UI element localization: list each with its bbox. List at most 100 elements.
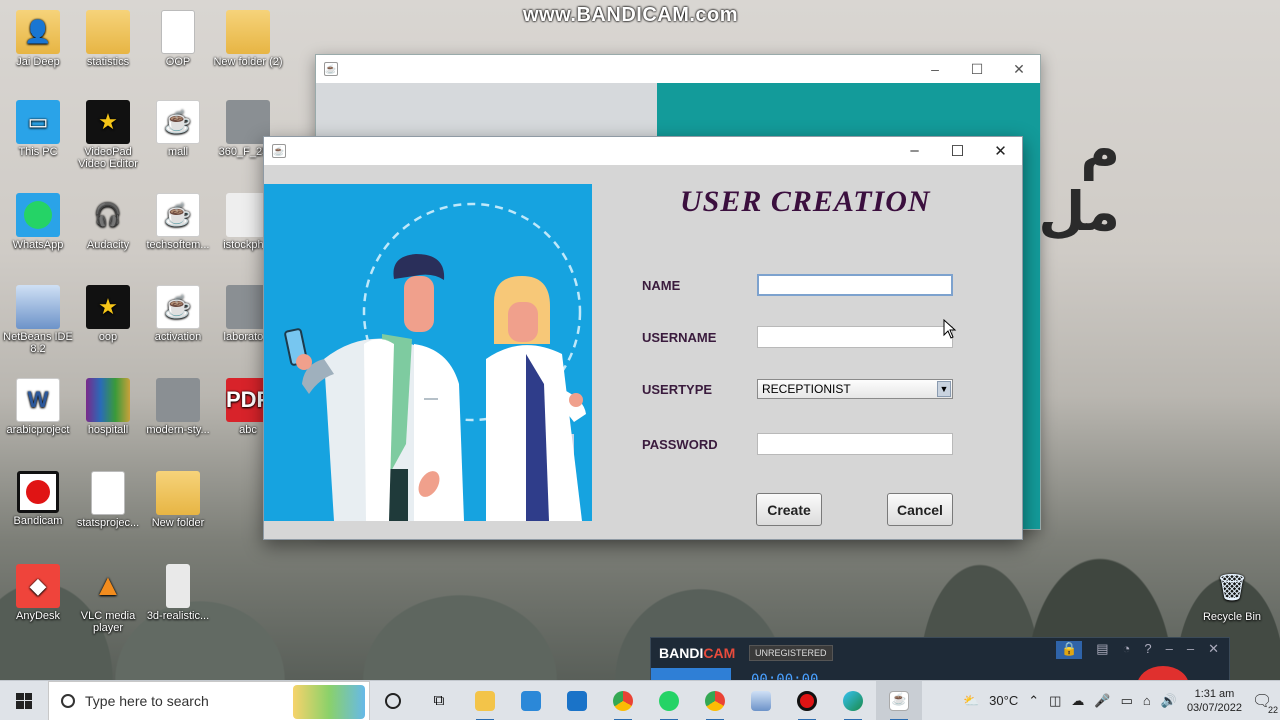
start-button[interactable] bbox=[0, 681, 48, 720]
background-arabic-text-1: م bbox=[1080, 118, 1120, 181]
bandicam-icon bbox=[797, 690, 817, 711]
name-label: NAME bbox=[642, 278, 681, 293]
folder-icon bbox=[86, 10, 130, 54]
close-button[interactable]: ✕ bbox=[979, 142, 1022, 160]
desktop-icon-statistics[interactable]: statistics bbox=[70, 10, 146, 68]
audacity-icon: 🎧 bbox=[94, 202, 122, 227]
desktop-icon-hospitall[interactable]: hospitall bbox=[70, 378, 146, 436]
star-app-icon: ★ bbox=[86, 100, 130, 144]
desktop-icon-vlc[interactable]: ▲ VLC media player bbox=[70, 564, 146, 634]
desktop-icon-whatsapp[interactable]: WhatsApp bbox=[0, 193, 76, 251]
desktop-icon-modern-style[interactable]: modern-sty... bbox=[140, 378, 216, 436]
java-file-icon: ☕ bbox=[156, 193, 200, 237]
desktop-icon-bandicam[interactable]: Bandicam bbox=[0, 471, 76, 527]
clock-icon[interactable]: ◔ bbox=[1123, 641, 1131, 659]
word-doc-icon: W bbox=[16, 378, 60, 422]
clock-time: 1:31 am bbox=[1194, 687, 1235, 700]
taskbar-bandicam[interactable] bbox=[784, 681, 830, 720]
minimize-panel-button[interactable]: – bbox=[1166, 641, 1173, 659]
window-titlebar[interactable]: ☕ – ☐ ✕ bbox=[264, 137, 1022, 165]
taskbar-mail[interactable] bbox=[554, 681, 600, 720]
username-input[interactable] bbox=[757, 326, 953, 348]
desktop-icon-anydesk[interactable]: ◆ AnyDesk bbox=[0, 564, 76, 622]
help-button[interactable]: ? bbox=[1144, 641, 1151, 659]
desktop-icon-recycle-bin[interactable]: 🗑 Recycle Bin bbox=[1198, 565, 1266, 624]
desktop-icon-3d-realistic[interactable]: 3d-realistic... bbox=[140, 564, 216, 622]
minimize-button[interactable]: – bbox=[893, 142, 936, 160]
whatsapp-icon bbox=[659, 690, 679, 711]
java-app-icon: ☕ bbox=[272, 144, 286, 158]
task-view-button[interactable]: ⧉ bbox=[416, 681, 462, 720]
minimize-window-button[interactable]: – bbox=[1187, 641, 1194, 659]
background-window-close-button[interactable]: ✕ bbox=[998, 61, 1040, 78]
clock[interactable]: 1:31 am 03/07/2022 bbox=[1187, 687, 1242, 715]
taskbar-chrome-2[interactable] bbox=[692, 681, 738, 720]
folder-open-icon[interactable]: ▤ bbox=[1096, 641, 1108, 659]
weather-icon[interactable]: ⛅ bbox=[963, 693, 979, 709]
usertype-select[interactable]: RECEPTIONIST ▼ bbox=[757, 379, 953, 399]
store-icon bbox=[521, 690, 541, 711]
taskbar-whatsapp[interactable] bbox=[646, 681, 692, 720]
desktop-icon-oop-video[interactable]: ★ oop bbox=[70, 285, 146, 343]
network-icon[interactable]: ⌂ bbox=[1143, 693, 1151, 708]
taskbar-search[interactable]: Type here to search bbox=[48, 680, 370, 720]
java-file-icon: ☕ bbox=[156, 285, 200, 329]
desktop-icon-audacity[interactable]: 🎧 Audacity bbox=[70, 193, 146, 251]
java-app-icon: ☕ bbox=[889, 690, 909, 711]
weather-temp[interactable]: 30°C bbox=[989, 693, 1018, 708]
edge-icon bbox=[843, 690, 863, 711]
usertype-label: USERTYPE bbox=[642, 382, 713, 397]
desktop-icon-arabicproject[interactable]: Warabicproject bbox=[0, 378, 76, 436]
mail-icon bbox=[567, 690, 587, 711]
notification-count: 22 bbox=[1267, 704, 1278, 715]
background-window-maximize-button[interactable]: ☐ bbox=[956, 61, 998, 78]
maximize-button[interactable]: ☐ bbox=[936, 142, 979, 160]
desktop-icon-videopad[interactable]: ★ VideoPad Video Editor bbox=[70, 100, 146, 170]
desktop-icon-mall[interactable]: ☕ mall bbox=[140, 100, 216, 158]
desktop-icon-netbeans[interactable]: NetBeans IDE 8.2 bbox=[0, 285, 76, 355]
desktop-icon-new-folder[interactable]: New folder bbox=[140, 471, 216, 529]
close-panel-button[interactable]: ✕ bbox=[1208, 641, 1219, 659]
vlc-icon: ▲ bbox=[93, 569, 123, 602]
netbeans-icon bbox=[16, 285, 60, 329]
name-input[interactable] bbox=[757, 274, 953, 296]
page-title: USER CREATION bbox=[680, 185, 931, 218]
desktop-icon-this-pc[interactable]: ▭ This PC bbox=[0, 100, 76, 158]
volume-icon[interactable]: 🔊 bbox=[1161, 693, 1177, 709]
background-window-minimize-button[interactable]: – bbox=[914, 61, 956, 78]
taskbar-edge[interactable] bbox=[830, 681, 876, 720]
taskbar-file-explorer[interactable] bbox=[462, 681, 508, 720]
notifications-button[interactable]: 🗨 22 bbox=[1252, 691, 1278, 715]
background-window-titlebar[interactable]: ☕ – ☐ ✕ bbox=[316, 55, 1040, 83]
bandicam-watermark: www.BANDICAM.com bbox=[523, 4, 739, 26]
desktop-icon-new-folder-2[interactable]: New folder (2) bbox=[210, 10, 286, 68]
create-button[interactable]: Create bbox=[756, 493, 822, 526]
lock-icon[interactable]: 🔒 bbox=[1056, 641, 1083, 659]
windows-logo-icon bbox=[16, 692, 32, 709]
microphone-icon[interactable]: 🎤 bbox=[1094, 693, 1110, 709]
desktop-icon-activation[interactable]: ☕ activation bbox=[140, 285, 216, 343]
desktop-icon-techsoftem[interactable]: ☕ techsoftem... bbox=[140, 193, 216, 251]
desktop-icon-jai-deep[interactable]: 👤 Jai Deep bbox=[0, 10, 76, 68]
cancel-button[interactable]: Cancel bbox=[887, 493, 953, 526]
folder-icon bbox=[226, 10, 270, 54]
chevron-up-icon[interactable]: ⌃ bbox=[1028, 693, 1039, 709]
bandicam-icon bbox=[17, 471, 59, 513]
cortana-button[interactable] bbox=[370, 681, 416, 720]
taskbar: Type here to search ⧉ ☕ ⛅ 30°C ⌃ ◫ ☁ 🎤 ▭… bbox=[0, 680, 1280, 720]
java-app-icon: ☕ bbox=[324, 62, 338, 76]
battery-icon[interactable]: ▭ bbox=[1121, 693, 1133, 709]
taskbar-netbeans[interactable] bbox=[738, 681, 784, 720]
taskbar-java-app[interactable]: ☕ bbox=[876, 680, 922, 720]
desktop-icon-oop-doc[interactable]: OOP bbox=[140, 10, 216, 68]
onedrive-icon[interactable]: ☁ bbox=[1071, 693, 1084, 709]
chevron-down-icon[interactable]: ▼ bbox=[937, 381, 951, 397]
password-input[interactable] bbox=[757, 433, 953, 455]
taskbar-store[interactable] bbox=[508, 681, 554, 720]
taskbar-chrome[interactable] bbox=[600, 681, 646, 720]
user-creation-window[interactable]: ☕ – ☐ ✕ USER CREATION NAME USERNAME USER… bbox=[263, 136, 1023, 540]
tray-app-icon[interactable]: ◫ bbox=[1049, 693, 1061, 709]
desktop-icon-statsproject[interactable]: statsprojec... bbox=[70, 471, 146, 529]
bandicam-logo: BANDICAM bbox=[659, 645, 736, 661]
whatsapp-icon bbox=[16, 193, 60, 237]
